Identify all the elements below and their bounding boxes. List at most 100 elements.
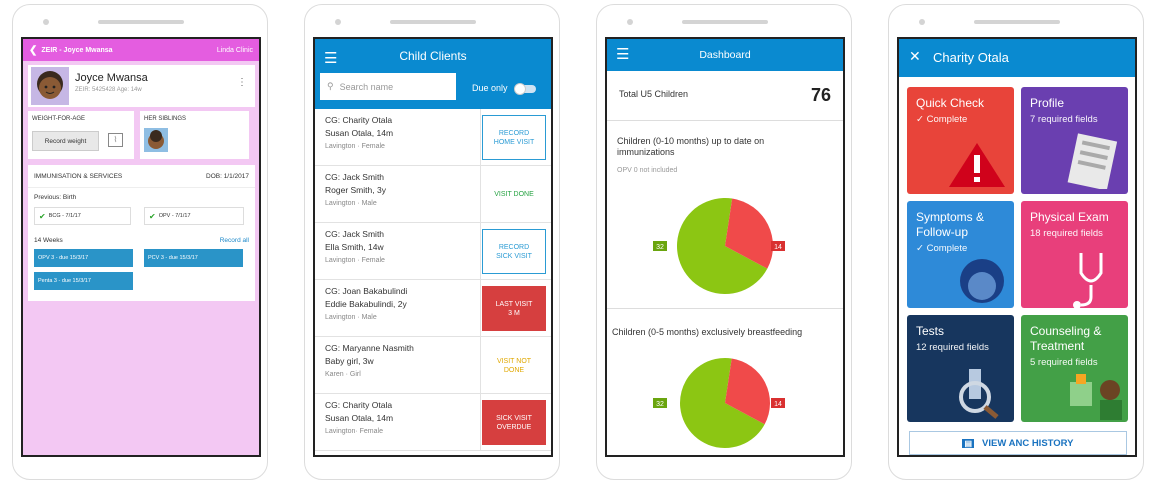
tile-symptoms-follow-up[interactable]: Symptoms & Follow-up ✓ Complete <box>907 201 1014 308</box>
client-row[interactable]: CG: Charity Otala Susan Otala, 14m Lavingt… <box>315 394 551 451</box>
total-label: Total U5 Children <box>619 89 689 99</box>
total-value: 76 <box>810 85 831 105</box>
client-row[interactable]: CG: Joan Bakabulindi Eddie Bakabulindi, 2… <box>315 280 551 337</box>
tile-physical-exam[interactable]: Physical Exam 18 required fields <box>1021 201 1128 308</box>
child-profile-card: Joyce Mwansa ZEIR: 5425428 Age: 14w ⋮ <box>28 65 255 107</box>
tile-profile[interactable]: Profile 7 required fields <box>1021 87 1128 194</box>
tile-subtitle: 18 required fields <box>1030 228 1103 239</box>
dashboard-title: Dashboard <box>699 49 751 61</box>
client-location: Karen · Girl <box>325 371 361 378</box>
caregiver-name: CG: Jack Smith <box>325 229 385 239</box>
back-icon[interactable]: ❮ <box>29 45 37 56</box>
tile-title: Tests <box>916 324 945 338</box>
dob-label: DOB: 1/1/2017 <box>206 173 249 180</box>
view-anc-history-button[interactable]: ▤ VIEW ANC HISTORY <box>909 431 1127 455</box>
record-all-link[interactable]: Record all <box>220 237 249 244</box>
pie-data-label: 32 <box>656 401 664 408</box>
previous-label: Previous: Birth <box>34 194 77 201</box>
tile-subtitle: 7 required fields <box>1030 114 1098 125</box>
client-row[interactable]: CG: Charity Otala Susan Otala, 14m Lavingt… <box>315 109 551 166</box>
close-icon[interactable]: ✕ <box>909 48 921 65</box>
id-card-icon: ▤ <box>962 438 975 448</box>
immunization-pie-chart: 32 14 <box>653 198 785 294</box>
tile-subtitle: ✓ Complete <box>916 243 968 254</box>
child-name: Baby girl, 3w <box>325 356 374 366</box>
visit-action-button[interactable]: SICK VISIT OVERDUE <box>482 400 546 445</box>
anc-screen: ✕ Charity Otala Quick Check ✓ Complete Pro… <box>897 37 1137 457</box>
vaccine-due-pcv3[interactable]: PCV 3 - due 15/3/17 <box>144 249 243 267</box>
search-input[interactable]: ⚲ Search name <box>320 73 456 100</box>
child-name: Susan Otala, 14m <box>325 128 394 138</box>
sibling-avatar[interactable] <box>144 128 168 152</box>
card2-title: Children (0-5 months) exclusively breast… <box>612 327 803 337</box>
vaccine-opv[interactable]: ✔ OPV - 7/1/17 <box>144 207 244 225</box>
search-icon: ⚲ <box>327 81 334 91</box>
sibling-face-icon <box>148 130 164 149</box>
dashboard-header: ☰ Dashboard <box>607 39 843 71</box>
caregiver-name: CG: Jack Smith <box>325 172 385 182</box>
caregiver-name: CG: Charity Otala <box>325 115 393 125</box>
visit-action-button[interactable]: VISIT DONE <box>482 172 546 217</box>
child-ids: ZEIR: 5425428 Age: 14w <box>75 87 142 93</box>
total-card: Total U5 Children 76 <box>607 71 843 121</box>
breastfeeding-card: Children (0-5 months) exclusively breast… <box>607 309 843 455</box>
phone-frame-anc: ✕ Charity Otala Quick Check ✓ Complete Pro… <box>888 4 1144 480</box>
tile-counseling-treatment[interactable]: Counseling & Treatment 5 required fields <box>1021 315 1128 422</box>
weight-card: WEIGHT-FOR-AGE Record weight ⌇ <box>28 111 134 159</box>
tile-subtitle: ✓ Complete <box>916 114 968 125</box>
visit-action-button[interactable]: LAST VISIT 3 M <box>482 286 546 331</box>
tile-title: Counseling & Treatment <box>1030 324 1102 353</box>
tile-subtitle: 5 required fields <box>1030 357 1098 368</box>
clinic-name: Linda Clinic <box>216 46 253 54</box>
vaccine-due-penta3[interactable]: Penta 3 - due 15/3/17 <box>34 272 133 290</box>
visit-action-button[interactable]: VISIT NOT DONE <box>482 343 546 388</box>
dashboard-screen: ☰ Dashboard Total U5 Children 76 Childre… <box>605 37 845 457</box>
child-name: Eddie Bakabulindi, 2y <box>325 299 407 309</box>
medicine-icon <box>1070 374 1122 420</box>
child-clients-header: ☰ Child Clients ⚲ Search name Due only <box>315 39 551 109</box>
child-face-icon <box>37 71 63 99</box>
vaccine-due-opv3[interactable]: OPV 3 - due 15/3/17 <box>34 249 133 267</box>
growth-chart-icon[interactable]: ⌇ <box>108 133 123 147</box>
caregiver-name: CG: Charity Otala <box>325 400 393 410</box>
card1-title: Children (0-10 months) up to date on imm… <box>617 136 765 157</box>
tile-title: Symptoms & Follow-up <box>916 210 985 239</box>
zeir-header: ❮ ZEIR - Joyce Mwansa Linda Clinic <box>23 39 259 61</box>
record-weight-button[interactable]: Record weight <box>32 131 99 151</box>
phone-frame-child-clients: ☰ Child Clients ⚲ Search name Due only CG… <box>304 4 560 480</box>
immunisation-label: IMMUNISATION & SERVICES <box>34 173 123 180</box>
check-icon: ✔ <box>39 211 46 221</box>
more-icon[interactable]: ⋮ <box>237 77 247 88</box>
client-row[interactable]: CG: Jack Smith Ella Smith, 14w Lavington ·… <box>315 223 551 280</box>
warning-icon <box>949 143 1005 187</box>
child-avatar <box>31 67 69 105</box>
client-row[interactable]: CG: Maryanne Nasmith Baby girl, 3w Karen ·… <box>315 337 551 394</box>
vaccine-bcg[interactable]: ✔ BCG - 7/1/17 <box>34 207 131 225</box>
client-row[interactable]: CG: Jack Smith Roger Smith, 3y Lavington ·… <box>315 166 551 223</box>
tile-quick-check[interactable]: Quick Check ✓ Complete <box>907 87 1014 194</box>
breastfeeding-pie-chart: 32 14 <box>653 358 785 448</box>
anc-header: ✕ Charity Otala <box>899 39 1135 77</box>
clipboard-icon <box>1067 133 1118 189</box>
tile-subtitle: 12 required fields <box>916 342 989 353</box>
tile-title: Physical Exam <box>1030 210 1109 224</box>
child-clients-screen: ☰ Child Clients ⚲ Search name Due only CG… <box>313 37 553 457</box>
phone-frame-dashboard: ☰ Dashboard Total U5 Children 76 Childre… <box>596 4 852 480</box>
anc-title: Charity Otala <box>933 50 1009 65</box>
caregiver-name: CG: Joan Bakabulindi <box>325 286 408 296</box>
child-name: Ella Smith, 14w <box>325 242 384 252</box>
tile-title: Quick Check <box>916 96 985 110</box>
zeir-screen: ❮ ZEIR - Joyce Mwansa Linda Clinic Joyce… <box>21 37 261 457</box>
visit-action-button[interactable]: RECORD HOME VISIT <box>482 115 546 160</box>
weeks-label: 14 Weeks <box>34 237 63 244</box>
tile-title: Profile <box>1030 96 1065 110</box>
siblings-card: HER SIBLINGS <box>140 111 249 159</box>
phone-frame-zeir: ❮ ZEIR - Joyce Mwansa Linda Clinic Joyce… <box>12 4 268 480</box>
pie-data-label: 14 <box>774 401 782 408</box>
tile-tests[interactable]: Tests 12 required fields <box>907 315 1014 422</box>
due-only-toggle[interactable] <box>514 83 536 95</box>
card1-subtitle: OPV 0 not included <box>617 167 678 174</box>
child-clients-title: Child Clients <box>399 49 467 63</box>
visit-action-button[interactable]: RECORD SICK VISIT <box>482 229 546 274</box>
client-location: Lavington · Female <box>325 257 385 264</box>
